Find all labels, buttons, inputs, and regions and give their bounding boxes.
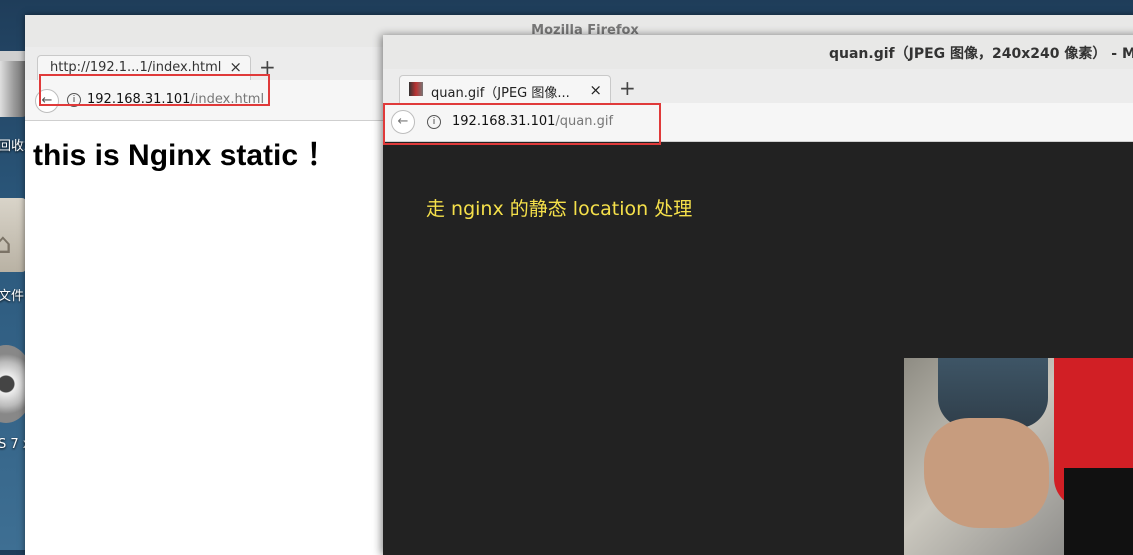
fist-image [904,358,1133,555]
tab-bar: quan.gif（JPEG 图像... × + [383,69,1133,104]
tab-title: http://192.1...1/index.html [50,60,222,75]
favicon-icon [409,82,423,96]
desktop-label-files: 文件 [0,289,25,304]
house-icon: ⌂ [0,227,12,260]
viewer-caption: 走 nginx 的静态 location 处理 [426,198,693,220]
trash-icon[interactable] [0,51,30,117]
close-tab-icon[interactable]: × [589,81,602,99]
window-title: quan.gif（JPEG 图像，240x240 像素） - Mo [829,46,1133,62]
highlight-box-url2 [383,103,661,145]
highlight-box-url1 [39,74,270,106]
tab-quan-gif[interactable]: quan.gif（JPEG 图像... × [399,75,611,104]
window-titlebar: quan.gif（JPEG 图像，240x240 像素） - Mo [383,35,1133,70]
tab-title: quan.gif（JPEG 图像... [431,86,570,101]
new-tab-button[interactable]: + [619,76,636,100]
page-heading: this is Nginx static ！ [33,139,337,172]
